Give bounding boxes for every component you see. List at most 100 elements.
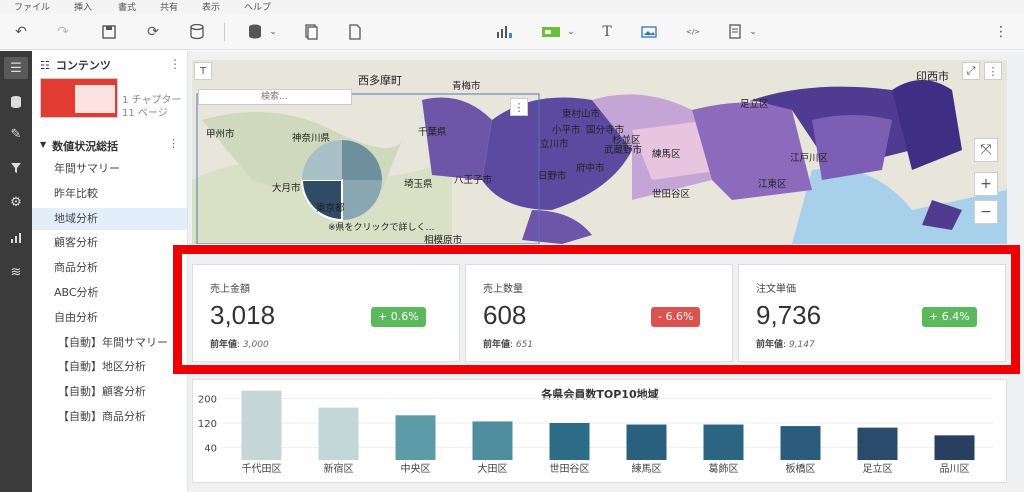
bar[interactable] [934, 435, 975, 460]
save-icon[interactable] [98, 21, 120, 43]
map-label: 東村山市 [562, 109, 601, 120]
edit-icon[interactable]: ✎ [4, 123, 28, 145]
x-tick-label: 中央区 [401, 462, 431, 475]
tool-icon[interactable]: T [194, 62, 212, 80]
more-vertical-icon[interactable]: ⋮ [510, 98, 528, 116]
bar-chart: 各県会員数TOP10地域 40 120 200 千代田区 新宿区 中央区 大田区 世田谷区 練馬区… [198, 387, 993, 475]
menu-help[interactable]: ヘルプ [244, 0, 271, 13]
html-icon[interactable]: </> [682, 21, 704, 43]
section-header[interactable]: ▼ 数値状況総括 [40, 138, 118, 154]
x-tick-label: 足立区 [863, 462, 893, 475]
filter-icon[interactable] [4, 157, 28, 179]
menu-insert[interactable]: 挿入 [74, 0, 92, 13]
x-tick-label: 世田谷区 [550, 463, 590, 475]
more-vertical-icon[interactable]: ⋮ [169, 57, 181, 71]
page-item[interactable]: 【自動】地区分析 [32, 356, 187, 378]
chart-title: 各県会員数TOP10地域 [540, 387, 658, 401]
contents-panel: ☷ コンテンツ ⋮ 1 チャプター 11 ページ ▼ 数値状況総括 ⋮ 年間サマ… [32, 51, 188, 492]
page-item[interactable]: 自由分析 [32, 307, 187, 329]
bar[interactable] [395, 415, 436, 460]
contents-icon[interactable]: ☰ [4, 57, 28, 79]
page-count: 11 ページ [122, 108, 168, 119]
map-label: 小平市 [552, 125, 581, 136]
bar[interactable] [703, 424, 744, 460]
x-tick-label: 品川区 [940, 463, 970, 475]
zoom-out-icon[interactable]: − [974, 200, 998, 224]
more-vertical-icon[interactable]: ⋮ [168, 137, 179, 150]
menu-bar: ファイル 挿入 書式 共有 表示 ヘルプ [0, 0, 1024, 14]
menu-view[interactable]: 表示 [202, 0, 220, 13]
y-tick-label: 40 [204, 444, 217, 455]
map-label: 立川市 [540, 139, 569, 150]
map-label: 相模原市 [424, 235, 463, 244]
page-item[interactable]: 【自動】年間サマリー [32, 332, 187, 354]
chevron-down-icon[interactable]: ⌄ [560, 21, 582, 43]
insert-kpi-icon[interactable] [540, 21, 562, 43]
x-tick-label: 葛飾区 [709, 462, 739, 475]
bar[interactable] [626, 424, 667, 460]
x-tick-label: 大田区 [478, 462, 508, 475]
redo-icon[interactable]: ↷ [52, 21, 74, 43]
page-item[interactable]: 商品分析 [32, 257, 187, 279]
map-label: 神奈川県 [292, 133, 331, 144]
page-item[interactable]: ABC分析 [32, 282, 187, 304]
y-tick-label: 120 [198, 419, 217, 430]
page-item[interactable]: 顧客分析 [32, 232, 187, 254]
undo-icon[interactable]: ↶ [10, 21, 32, 43]
analytics-icon[interactable] [4, 227, 28, 249]
menu-file[interactable]: ファイル [14, 0, 50, 13]
bar-chart-panel[interactable]: 各県会員数TOP10地域 40 120 200 千代田区 新宿区 中央区 大田区 世田谷区 練馬区… [192, 379, 1007, 483]
bar[interactable] [472, 421, 513, 460]
report-info: 1 チャプター 11 ページ [122, 94, 181, 120]
x-tick-label: 新宿区 [324, 462, 354, 475]
report-thumbnail[interactable] [40, 78, 118, 118]
list-icon: ☷ [40, 58, 50, 72]
side-rail: ☰ ✎ ⚙ ≋ [0, 51, 32, 492]
caret-down-icon: ▼ [40, 140, 47, 149]
text-icon[interactable]: T [596, 21, 618, 43]
fit-bounds-icon[interactable]: ⤧ [974, 138, 998, 162]
toolbar: ↶ ↷ ⟳ ⌄ ⌄ T </> ⌄ ⋮ [0, 14, 1024, 50]
map-label: 世田谷区 [652, 189, 691, 200]
map-label: 印西市 [916, 70, 949, 83]
map-label: 国分寺市 [586, 125, 625, 136]
y-tick-label: 200 [198, 394, 217, 405]
chevron-down-icon[interactable]: ⌄ [742, 21, 764, 43]
region-map[interactable]: 西多摩町 青梅市 甲州市 神奈川県 千葉県 大月市 東京都 埼玉県 八王子市 相… [192, 60, 1007, 244]
image-icon[interactable] [638, 21, 660, 43]
menu-share[interactable]: 共有 [160, 0, 178, 13]
page-item[interactable]: 昨年比較 [32, 183, 187, 205]
more-vertical-icon[interactable]: ⋮ [984, 62, 1002, 80]
map-search-input[interactable]: 検索... [198, 89, 352, 105]
settings-icon[interactable]: ⚙ [4, 191, 28, 213]
page-item[interactable]: 【自動】商品分析 [32, 406, 187, 428]
page-item[interactable]: 年間サマリー [32, 158, 187, 180]
datasource-icon[interactable] [186, 21, 208, 43]
highlight-frame [173, 245, 1020, 374]
insert-chart-icon[interactable] [494, 21, 516, 43]
expand-icon[interactable]: ⤢ [962, 62, 980, 80]
map-shapes [192, 60, 1007, 244]
page-item[interactable]: 地域分析 [32, 207, 187, 230]
map-label: 日野市 [538, 171, 567, 182]
database-icon[interactable] [4, 91, 28, 113]
chevron-down-icon[interactable]: ⌄ [262, 21, 284, 43]
map-label: 江戸川区 [790, 153, 829, 164]
refresh-icon[interactable]: ⟳ [142, 21, 164, 43]
map-label: 甲州市 [206, 129, 235, 140]
copy-page-icon[interactable] [300, 21, 322, 43]
map-label: 江東区 [758, 179, 787, 190]
bar[interactable] [241, 390, 282, 460]
more-vertical-icon[interactable]: ⋮ [990, 21, 1012, 43]
zoom-in-icon[interactable]: + [974, 172, 998, 196]
bar[interactable] [318, 407, 359, 460]
page-item[interactable]: 【自動】顧客分析 [32, 381, 187, 403]
menu-format[interactable]: 書式 [118, 0, 136, 13]
layers-icon[interactable]: ≋ [4, 261, 28, 283]
bar[interactable] [549, 423, 590, 460]
x-tick-label: 千代田区 [242, 463, 282, 475]
new-page-icon[interactable] [344, 21, 366, 43]
map-label: 大月市 [272, 183, 301, 194]
bar[interactable] [780, 426, 821, 460]
bar[interactable] [857, 427, 898, 460]
